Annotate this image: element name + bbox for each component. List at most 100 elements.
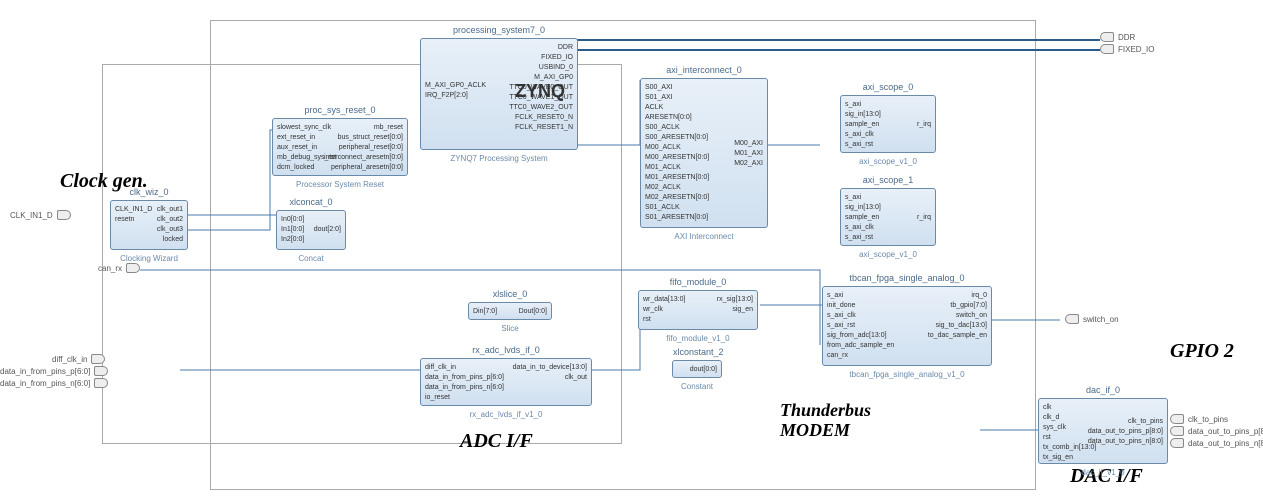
port: S00_ACLK [645,123,709,133]
port: s_axi_clk [827,311,894,321]
port: from_adc_sample_en [827,341,894,351]
port: mb_reset [324,123,403,133]
port: clk_out2 [157,215,183,225]
port: sig_in[13:0] [845,203,881,213]
block-footer: fifo_module_v1_0 [639,334,757,343]
port: M00_ACLK [645,143,709,153]
block-title: clk_wiz_0 [111,187,187,197]
port-list-left: Din[7:0] [473,307,497,317]
port: peripheral_aresetn[0:0] [324,163,403,173]
block-clk-wiz[interactable]: clk_wiz_0 CLK_IN1_D resetn clk_out1 clk_… [110,200,188,250]
port: io_reset [425,393,504,403]
block-title: xlslice_0 [469,289,551,299]
block-xlconcat[interactable]: xlconcat_0 In0[0:0] In1[0:0] In2[0:0] do… [276,210,346,250]
port: ARESETN[0:0] [645,113,709,123]
diagram-canvas: Clock gen. ADC I/F Thunderbus MODEM DAC … [0,0,1263,504]
port: Din[7:0] [473,307,497,317]
port: M02_ARESETN[0:0] [645,193,709,203]
port: CLK_IN1_D [115,205,152,215]
port: s_axi [845,100,881,110]
port-list-right: r_irq [917,120,931,130]
port-icon [94,378,108,388]
port: data_in_from_pins_p[6:0] [425,373,504,383]
port: ACLK [645,103,709,113]
port: M_AXI_GP0 [509,73,573,83]
block-footer: AXI Interconnect [641,232,767,241]
port: In0[0:0] [281,215,304,225]
port: switch_on [928,311,987,321]
port-list-right: rx_sig[13:0] sig_en [717,295,753,315]
block-proc-sys-reset[interactable]: proc_sys_reset_0 slowest_sync_clk ext_re… [272,118,408,176]
port: sig_en [717,305,753,315]
block-footer: rx_adc_lvds_if_v1_0 [421,410,591,419]
port: rst [643,315,685,325]
port: data_out_to_pins_n[8:0] [1088,437,1163,447]
port: clk_out1 [157,205,183,215]
port-icon [1065,314,1079,324]
port: clk_out [513,373,587,383]
port: peripheral_reset[0:0] [324,143,403,153]
block-xlconstant[interactable]: xlconstant_2 dout[0:0] Constant [672,360,722,378]
block-dac-if[interactable]: dac_if_0 clk clk_d sys_clk rst tx_comb_i… [1038,398,1168,464]
port-list-right: Dout[0:0] [519,307,547,317]
ext-port-switch-on: switch_on [1065,314,1119,324]
block-tbcan[interactable]: tbcan_fpga_single_analog_0 s_axi init_do… [822,286,992,366]
port: TTC0_WAVE0_OUT [509,83,573,93]
port-label: switch_on [1083,315,1119,324]
port: wr_clk [643,305,685,315]
port-list-right: r_irq [917,213,931,223]
port: S00_AXI [645,83,709,93]
port: M00_ARESETN[0:0] [645,153,709,163]
block-xlslice[interactable]: xlslice_0 Din[7:0] Dout[0:0] Slice [468,302,552,320]
block-fifo-module[interactable]: fifo_module_0 wr_data[13:0] wr_clk rst r… [638,290,758,330]
block-title: tbcan_fpga_single_analog_0 [823,273,991,283]
block-footer: ZYNQ7 Processing System [421,154,577,163]
annotation-thunderbus: Thunderbus MODEM [780,400,910,440]
port-list-left: S00_AXI S01_AXI ACLK ARESETN[0:0] S00_AC… [645,83,709,223]
block-footer: axi_scope_v1_0 [841,157,935,166]
block-axi-scope-0[interactable]: axi_scope_0 s_axi sig_in[13:0] sample_en… [840,95,936,153]
port: data_in_from_pins_n[6:0] [425,383,504,393]
port-list-left: diff_clk_in data_in_from_pins_p[6:0] dat… [425,363,504,403]
ext-port-clk-to-pins: clk_to_pins [1170,414,1228,424]
block-axi-scope-1[interactable]: axi_scope_1 s_axi sig_in[13:0] sample_en… [840,188,936,246]
port-icon [57,210,71,220]
port-label: data_in_from_pins_p[6:0] [0,367,90,376]
port: tb_gpio[7:0] [928,301,987,311]
port-label: can_rx [98,264,122,273]
annotation-thunderbus-text: Thunderbus MODEM [780,400,910,440]
port-label: FIXED_IO [1118,45,1154,54]
port-list-right: DDR FIXED_IO USBIND_0 M_AXI_GP0 TTC0_WAV… [509,43,573,133]
port: M02_AXI [734,159,763,169]
ext-port-can-rx: can_rx [98,263,140,273]
port-label: data_out_to_pins_n[8:0] [1188,439,1263,448]
port-icon [1170,414,1184,424]
port: wr_data[13:0] [643,295,685,305]
port-icon [126,263,140,273]
block-processing-system7[interactable]: processing_system7_0 ZYNQ M_AXI_GP0_ACLK… [420,38,578,150]
port: DDR [509,43,573,53]
port: locked [157,235,183,245]
port-list-left: wr_data[13:0] wr_clk rst [643,295,685,325]
port-icon [91,354,105,364]
block-footer: dac_if_v1_0 [1039,468,1167,477]
block-footer: Clocking Wizard [111,254,187,263]
port: In2[0:0] [281,235,304,245]
port-label: diff_clk_in [52,355,87,364]
ext-port-diff-clk-in: diff_clk_in [52,354,105,364]
port-list-left: s_axi init_done s_axi_clk s_axi_rst sig_… [827,291,894,361]
block-axi-interconnect[interactable]: axi_interconnect_0 S00_AXI S01_AXI ACLK … [640,78,768,228]
port-list-left: M_AXI_GP0_ACLK IRQ_F2P[2:0] [425,81,486,101]
block-title: dac_if_0 [1039,385,1167,395]
port: s_axi_clk [845,130,881,140]
ext-port-clk-in1-d: CLK_IN1_D [10,210,71,220]
port-list-left: CLK_IN1_D resetn [115,205,152,225]
block-title: rx_adc_lvds_if_0 [421,345,591,355]
port-list-right: dout[2:0] [314,225,341,235]
block-title: xlconstant_2 [673,347,721,357]
ext-port-data-out-p: data_out_to_pins_p[8:0] [1170,426,1263,436]
block-rx-adc-lvds[interactable]: rx_adc_lvds_if_0 diff_clk_in data_in_fro… [420,358,592,406]
port-label: data_in_from_pins_n[6:0] [0,379,90,388]
port: sample_en [845,120,881,130]
port: USBIND_0 [509,63,573,73]
